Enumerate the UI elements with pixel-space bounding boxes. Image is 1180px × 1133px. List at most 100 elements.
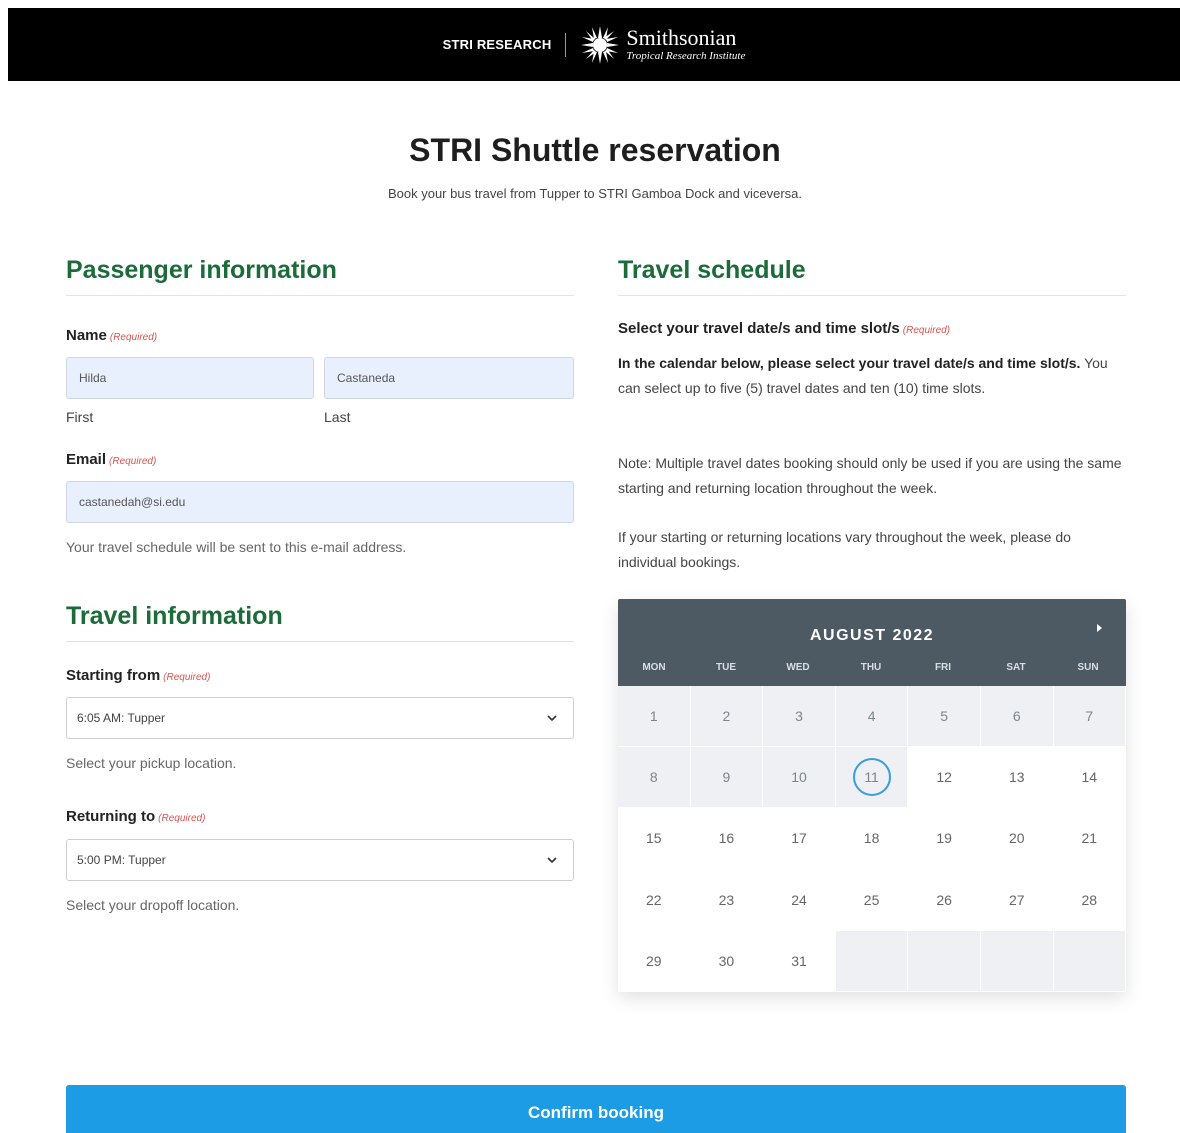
- calendar-empty-cell: [908, 930, 981, 992]
- calendar-day-number: 1: [649, 708, 658, 724]
- starting-from-label-text: Starting from: [66, 667, 161, 684]
- required-tag: (Required): [109, 456, 157, 467]
- schedule-divider: [618, 295, 1126, 296]
- required-tag: (Required): [163, 672, 211, 683]
- starting-from-value: 6:05 AM: Tupper: [77, 711, 166, 725]
- calendar-day[interactable]: 14: [1053, 747, 1126, 809]
- calendar-day-number: 16: [718, 830, 735, 847]
- calendar-day-number: 5: [940, 708, 949, 724]
- passenger-info-heading: Passenger information: [66, 256, 337, 284]
- weekday-sun: SUN: [1077, 662, 1099, 673]
- calendar-day-number: 21: [1081, 830, 1098, 847]
- calendar-day-number: 9: [722, 769, 731, 786]
- email-label-text: Email: [66, 451, 107, 468]
- email-help: Your travel schedule will be sent to thi…: [66, 539, 407, 555]
- calendar-header: AUGUST 2022 MON TUE WED THU FRI SAT SUN: [618, 599, 1126, 686]
- required-tag: (Required): [109, 332, 158, 343]
- chevron-down-icon: [547, 857, 557, 864]
- calendar-day-number: 31: [791, 952, 807, 969]
- brand-text: Smithsonian Tropical Research Institute: [626, 27, 745, 62]
- calendar-day[interactable]: 23: [690, 869, 764, 931]
- calendar-day: 1: [618, 686, 691, 747]
- calendar-day-number: 15: [646, 830, 662, 847]
- calendar-day[interactable]: 18: [835, 808, 909, 870]
- first-name-input[interactable]: Hilda: [66, 357, 314, 399]
- travel-info-divider: [66, 641, 574, 642]
- calendar-day[interactable]: 17: [763, 808, 836, 870]
- weekday-fri: FRI: [934, 662, 952, 673]
- calendar-day[interactable]: 24: [763, 869, 836, 931]
- calendar-day-number: 19: [936, 830, 952, 847]
- calendar-day[interactable]: 22: [618, 869, 691, 931]
- weekday-mon: MON: [642, 662, 666, 673]
- brand-subtitle: Tropical Research Institute: [626, 50, 746, 62]
- calendar-day[interactable]: 16: [690, 808, 764, 870]
- brand-divider: [565, 32, 567, 57]
- calendar-day-number: 11: [852, 758, 891, 797]
- calendar-day-number: 26: [936, 891, 952, 908]
- calendar-day[interactable]: 19: [908, 808, 981, 870]
- starting-from-label: Starting from (Required): [66, 667, 210, 684]
- pickup-help: Select your pickup location.: [66, 755, 237, 771]
- first-name-sublabel: First: [66, 409, 94, 425]
- calendar-empty-cell: [981, 930, 1054, 992]
- brand-name: Smithsonian: [626, 25, 737, 50]
- stri-research-link[interactable]: STRI RESEARCH: [443, 37, 552, 52]
- calendar-day-number: 30: [718, 952, 735, 969]
- calendar-day-number: 2: [722, 708, 731, 724]
- page-title: STRI Shuttle reservation: [409, 132, 781, 168]
- calendar-day-number: 25: [863, 891, 880, 908]
- calendar-empty-cell: [1053, 930, 1126, 992]
- last-name-input[interactable]: Castaneda: [324, 357, 574, 399]
- travel-info-heading: Travel information: [66, 602, 283, 630]
- smithsonian-sun-icon: [581, 25, 620, 64]
- calendar-day-number: 4: [867, 708, 876, 724]
- calendar-day[interactable]: 30: [690, 930, 764, 992]
- calendar-day[interactable]: 21: [1053, 808, 1126, 870]
- calendar-instructions: In the calendar below, please select you…: [618, 351, 1118, 401]
- calendar-day: 4: [835, 686, 909, 747]
- calendar-day[interactable]: 31: [763, 930, 836, 992]
- calendar: AUGUST 2022 MON TUE WED THU FRI SAT SUN …: [618, 599, 1126, 992]
- calendar-day-number: 22: [646, 891, 662, 908]
- calendar-day: 7: [1053, 686, 1126, 747]
- calendar-day: 6: [981, 686, 1054, 747]
- brand-logo[interactable]: STRI RESEARCH Smithsonian Tropical Resea…: [443, 25, 745, 65]
- calendar-day[interactable]: 13: [981, 747, 1054, 809]
- page-subtitle: Book your bus travel from Tupper to STRI…: [387, 186, 802, 201]
- calendar-day-number: 27: [1009, 891, 1025, 908]
- passenger-divider: [66, 295, 574, 296]
- calendar-day-number: 7: [1085, 708, 1094, 724]
- weekday-thu: THU: [860, 662, 882, 673]
- returning-to-label-text: Returning to: [66, 808, 156, 825]
- confirm-booking-button[interactable]: Confirm booking: [66, 1085, 1126, 1133]
- calendar-day[interactable]: 25: [835, 869, 909, 931]
- required-tag: (Required): [902, 325, 951, 336]
- travel-schedule-heading: Travel schedule: [618, 256, 806, 284]
- name-label-text: Name: [66, 327, 107, 344]
- calendar-day[interactable]: 20: [981, 808, 1054, 870]
- calendar-day[interactable]: 27: [981, 869, 1054, 931]
- starting-from-select[interactable]: 6:05 AM: Tupper: [66, 697, 574, 739]
- calendar-day[interactable]: 26: [908, 869, 981, 931]
- calendar-day: 10: [763, 747, 836, 809]
- returning-to-select[interactable]: 5:00 PM: Tupper: [66, 839, 574, 881]
- calendar-day[interactable]: 12: [908, 747, 981, 809]
- calendar-instructions-bold: In the calendar below, please select you…: [618, 355, 1081, 371]
- site-header: STRI RESEARCH Smithsonian Tropical Resea…: [8, 8, 1180, 81]
- calendar-day-number: 13: [1009, 769, 1025, 786]
- weekday-wed: WED: [786, 662, 810, 673]
- calendar-day[interactable]: 15: [618, 808, 691, 870]
- calendar-day: 9: [690, 747, 764, 809]
- calendar-day[interactable]: 29: [618, 930, 691, 992]
- calendar-day: 5: [908, 686, 981, 747]
- calendar-day-number: 29: [646, 952, 662, 969]
- calendar-grid: 1 2 3 4 5 6 7 8 9 10 11 12 13 14 15 16 17 18 19 20 21 22 23 24 2…: [618, 686, 1126, 992]
- calendar-day[interactable]: 28: [1053, 869, 1126, 931]
- name-label: Name (Required): [66, 327, 157, 344]
- next-month-icon[interactable]: [1092, 621, 1106, 635]
- email-input[interactable]: castanedah@si.edu: [66, 481, 574, 523]
- calendar-month: AUGUST 2022: [809, 627, 935, 644]
- email-label: Email (Required): [66, 451, 156, 468]
- last-name-sublabel: Last: [324, 409, 351, 425]
